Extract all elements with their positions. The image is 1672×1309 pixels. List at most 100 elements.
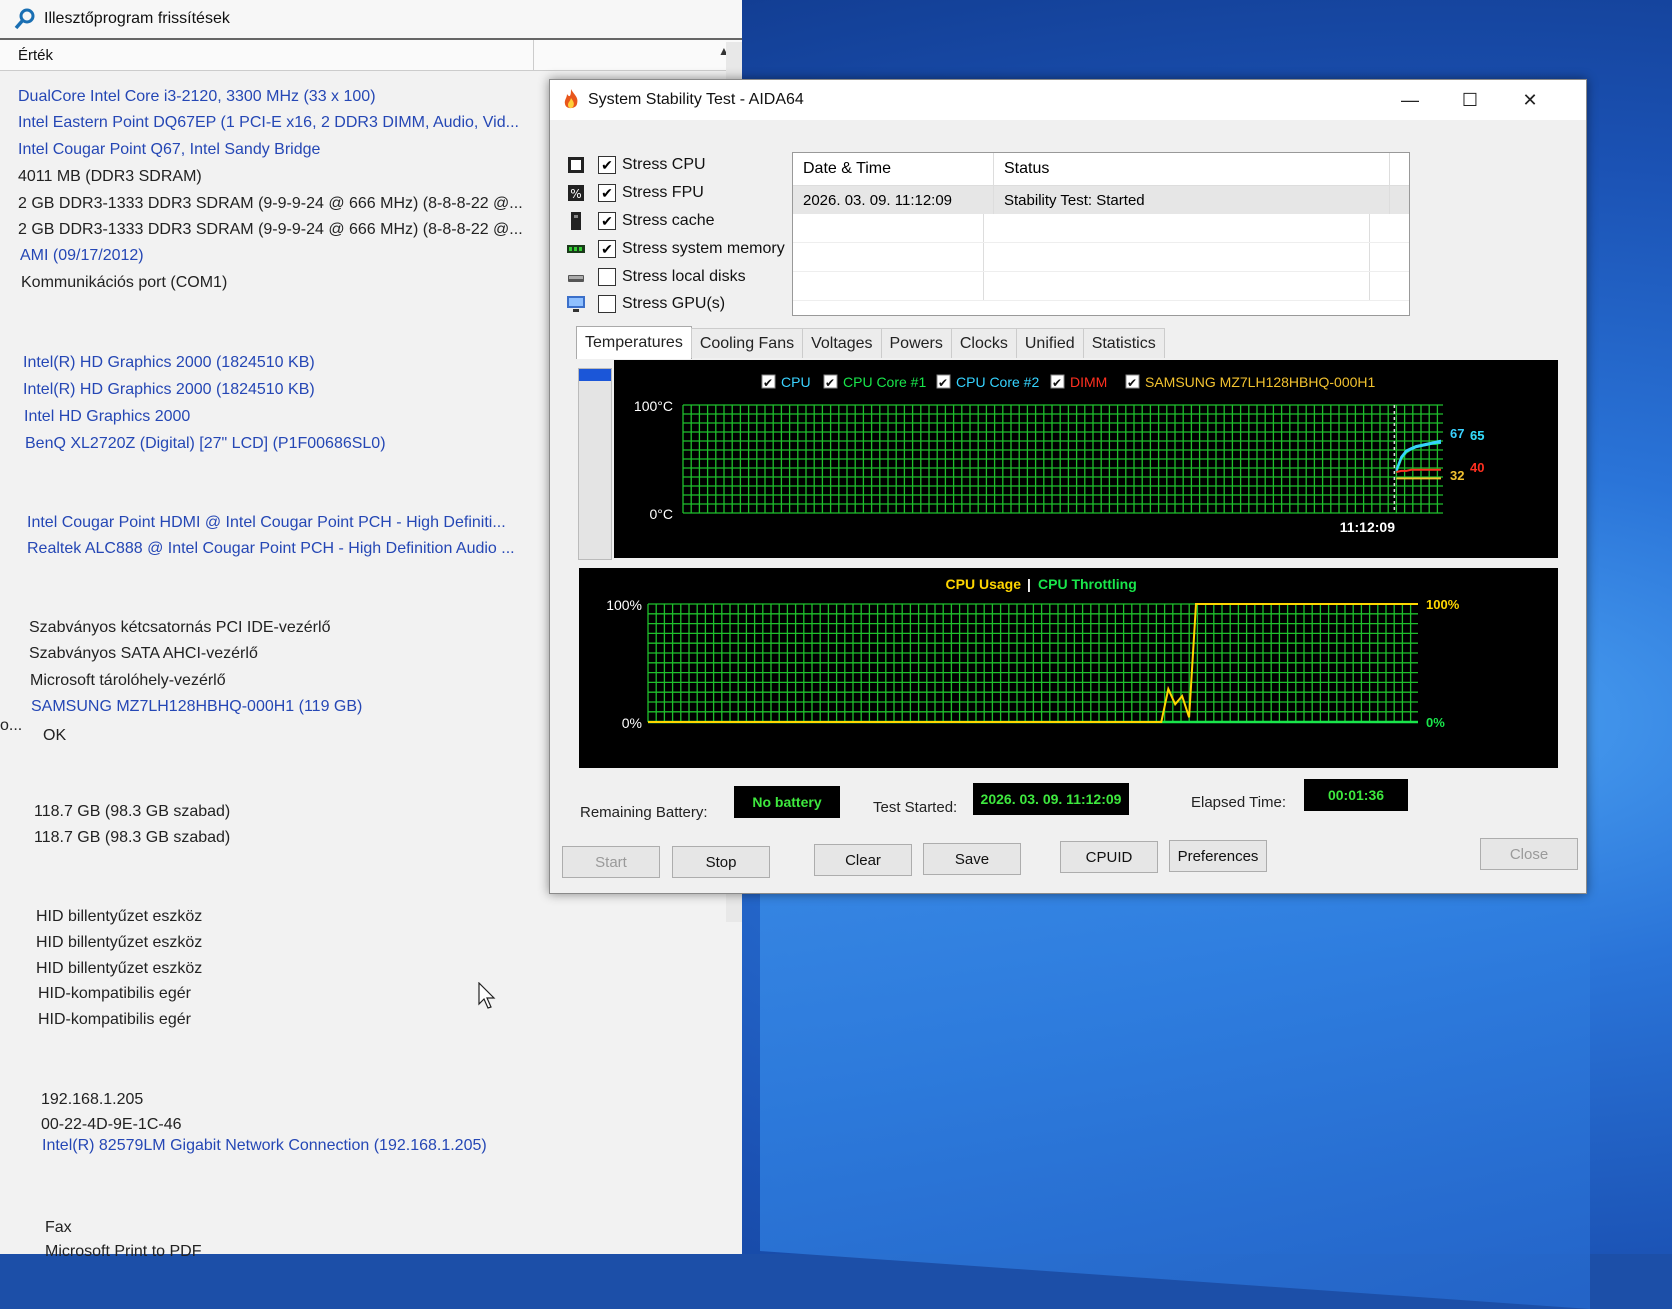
- tab-cooling-fans[interactable]: Cooling Fans: [690, 328, 804, 358]
- list-item[interactable]: BenQ XL2720Z (Digital) [27" LCD] (P1F006…: [25, 435, 386, 453]
- stress-option-checkbox[interactable]: ✔: [598, 184, 616, 202]
- list-item[interactable]: AMI (09/17/2012): [20, 247, 144, 265]
- list-item[interactable]: 4011 MB (DDR3 SDRAM): [18, 168, 202, 186]
- stress-option-checkbox[interactable]: ✔: [598, 156, 616, 174]
- empty-row: [793, 272, 1409, 301]
- stress-option-checkbox[interactable]: ✔: [598, 212, 616, 230]
- legend-check-mark: ✔: [825, 376, 835, 390]
- stability-window-title: System Stability Test - AIDA64: [588, 91, 804, 108]
- list-item[interactable]: HID billentyűzet eszköz: [36, 960, 202, 978]
- chart-grid: [682, 404, 1443, 514]
- list-item[interactable]: Microsoft tárolóhely-vezérlő: [30, 672, 226, 690]
- tab-statistics[interactable]: Statistics: [1082, 328, 1165, 358]
- stress-option[interactable]: % ✔ Stress FPU: [566, 181, 704, 205]
- legend-check-mark: ✔: [763, 376, 773, 390]
- remaining-battery-value: No battery: [734, 786, 840, 818]
- stability-test-window: System Stability Test - AIDA64 — ☐ ✕ ✔ St…: [549, 79, 1587, 894]
- temperature-chart: 100°C 0°C ✔ CPU ✔ CPU Core #1 ✔ CPU Core #2 ✔ DIM…: [614, 360, 1558, 558]
- truncated-row-prefix: o...: [0, 717, 23, 734]
- x-marker-label: 11:12:09: [1340, 519, 1395, 535]
- disk-icon: [568, 275, 584, 282]
- legend-entry: DIMM: [1070, 374, 1107, 390]
- list-item[interactable]: 00-22-4D-9E-1C-46: [41, 1116, 182, 1134]
- close-button[interactable]: Close: [1480, 838, 1578, 870]
- date-time-header[interactable]: Date & Time: [793, 153, 994, 185]
- end-value-label: 65: [1470, 428, 1484, 443]
- list-item[interactable]: Intel Cougar Point HDMI @ Intel Cougar P…: [27, 514, 506, 532]
- list-item[interactable]: Intel(R) HD Graphics 2000 (1824510 KB): [23, 381, 315, 399]
- y-tick-label: 100°C: [634, 398, 673, 414]
- stress-option[interactable]: ✔ Stress CPU: [566, 153, 706, 177]
- list-item[interactable]: Intel HD Graphics 2000: [24, 408, 190, 426]
- maximize-button[interactable]: ☐: [1440, 80, 1500, 120]
- list-item[interactable]: 118.7 GB (98.3 GB szabad): [34, 829, 230, 847]
- list-item[interactable]: HID-kompatibilis egér: [38, 1011, 191, 1029]
- chart-title-separator: |: [1027, 576, 1031, 592]
- stress-option-label: Stress local disks: [622, 268, 746, 285]
- list-item[interactable]: 192.168.1.205: [41, 1091, 143, 1109]
- y-tick-label: 0%: [622, 715, 642, 731]
- list-item[interactable]: HID-kompatibilis egér: [38, 985, 191, 1003]
- column-divider[interactable]: [533, 40, 534, 70]
- chart-tabs: Temperatures Cooling Fans Voltages Powers Cl…: [576, 326, 1165, 359]
- tab-temperatures[interactable]: Temperatures: [576, 326, 692, 359]
- graph-list-scroll[interactable]: [578, 368, 612, 560]
- save-button[interactable]: Save: [923, 843, 1021, 875]
- main-window-title: Illesztőprogram frissítések: [44, 10, 230, 27]
- status-row[interactable]: 2026. 03. 09. 11:12:09 Stability Test: S…: [793, 186, 1409, 214]
- status-header[interactable]: Status: [994, 153, 1390, 185]
- list-item[interactable]: Szabványos kétcsatornás PCI IDE-vezérlő: [29, 619, 330, 637]
- list-item[interactable]: DualCore Intel Core i3-2120, 3300 MHz (3…: [18, 88, 376, 106]
- stress-option-checkbox[interactable]: ✔: [598, 240, 616, 258]
- elapsed-time-label: Elapsed Time:: [1191, 794, 1287, 811]
- stress-option-checkbox[interactable]: [598, 268, 616, 286]
- tab-unified[interactable]: Unified: [1015, 328, 1084, 358]
- test-started-value: 2026. 03. 09. 11:12:09: [973, 783, 1129, 815]
- list-item[interactable]: OK: [43, 727, 66, 745]
- value-column-header[interactable]: Érték ▲: [0, 40, 742, 71]
- list-item[interactable]: Microsoft Print to PDF: [45, 1243, 201, 1261]
- legend-check-mark: ✔: [938, 376, 948, 390]
- stress-option-label: Stress FPU: [622, 184, 704, 201]
- list-item[interactable]: SAMSUNG MZ7LH128HBHQ-000H1 (119 GB): [31, 698, 362, 716]
- legend-entry: CPU: [781, 374, 811, 390]
- list-item[interactable]: Szabványos SATA AHCI-vezérlő: [29, 645, 258, 663]
- close-window-button[interactable]: ✕: [1500, 80, 1560, 120]
- throttling-end-label: 0%: [1426, 715, 1445, 730]
- list-item[interactable]: Intel Eastern Point DQ67EP (1 PCI-E x16,…: [18, 114, 519, 132]
- preferences-button[interactable]: Preferences: [1169, 840, 1267, 872]
- cpuid-button[interactable]: CPUID: [1060, 841, 1158, 873]
- clear-button[interactable]: Clear: [814, 844, 912, 876]
- list-item[interactable]: Kommunikációs port (COM1): [21, 274, 227, 292]
- status-table-header: Date & Time Status: [793, 153, 1409, 186]
- minimize-button[interactable]: —: [1380, 80, 1440, 120]
- list-item[interactable]: 2 GB DDR3-1333 DDR3 SDRAM (9-9-9-24 @ 66…: [18, 195, 523, 213]
- stress-option[interactable]: Stress GPU(s): [566, 292, 725, 316]
- stress-option[interactable]: ✔ Stress system memory: [566, 237, 785, 261]
- start-button[interactable]: Start: [562, 846, 660, 878]
- list-item[interactable]: Intel(R) HD Graphics 2000 (1824510 KB): [23, 354, 315, 372]
- cpu-icon: [568, 157, 584, 173]
- tab-powers[interactable]: Powers: [880, 328, 952, 358]
- search-icon: [14, 8, 35, 30]
- list-item[interactable]: HID billentyűzet eszköz: [36, 934, 202, 952]
- y-tick-label: 0°C: [650, 506, 674, 522]
- tab-voltages[interactable]: Voltages: [802, 328, 882, 358]
- stop-button[interactable]: Stop: [672, 846, 770, 878]
- stress-option-checkbox[interactable]: [598, 295, 616, 313]
- list-item[interactable]: 2 GB DDR3-1333 DDR3 SDRAM (9-9-9-24 @ 66…: [18, 221, 523, 239]
- stress-option[interactable]: ✔ Stress cache: [566, 209, 714, 233]
- list-item[interactable]: Realtek ALC888 @ Intel Cougar Point PCH …: [27, 540, 515, 558]
- list-item[interactable]: 118.7 GB (98.3 GB szabad): [34, 803, 230, 821]
- tab-clocks[interactable]: Clocks: [950, 328, 1017, 358]
- legend-entry: SAMSUNG MZ7LH128HBHQ-000H1: [1145, 374, 1376, 390]
- list-item[interactable]: Intel(R) 82579LM Gigabit Network Connect…: [42, 1137, 487, 1155]
- value-column-label: Érték: [18, 46, 54, 64]
- stress-option[interactable]: Stress local disks: [566, 265, 746, 289]
- gpu-icon: [567, 296, 585, 312]
- empty-row: [793, 243, 1409, 272]
- list-item[interactable]: Fax: [45, 1219, 72, 1237]
- list-item[interactable]: HID billentyűzet eszköz: [36, 908, 202, 926]
- stress-option-label: Stress cache: [622, 212, 715, 229]
- list-item[interactable]: Intel Cougar Point Q67, Intel Sandy Brid…: [18, 141, 320, 159]
